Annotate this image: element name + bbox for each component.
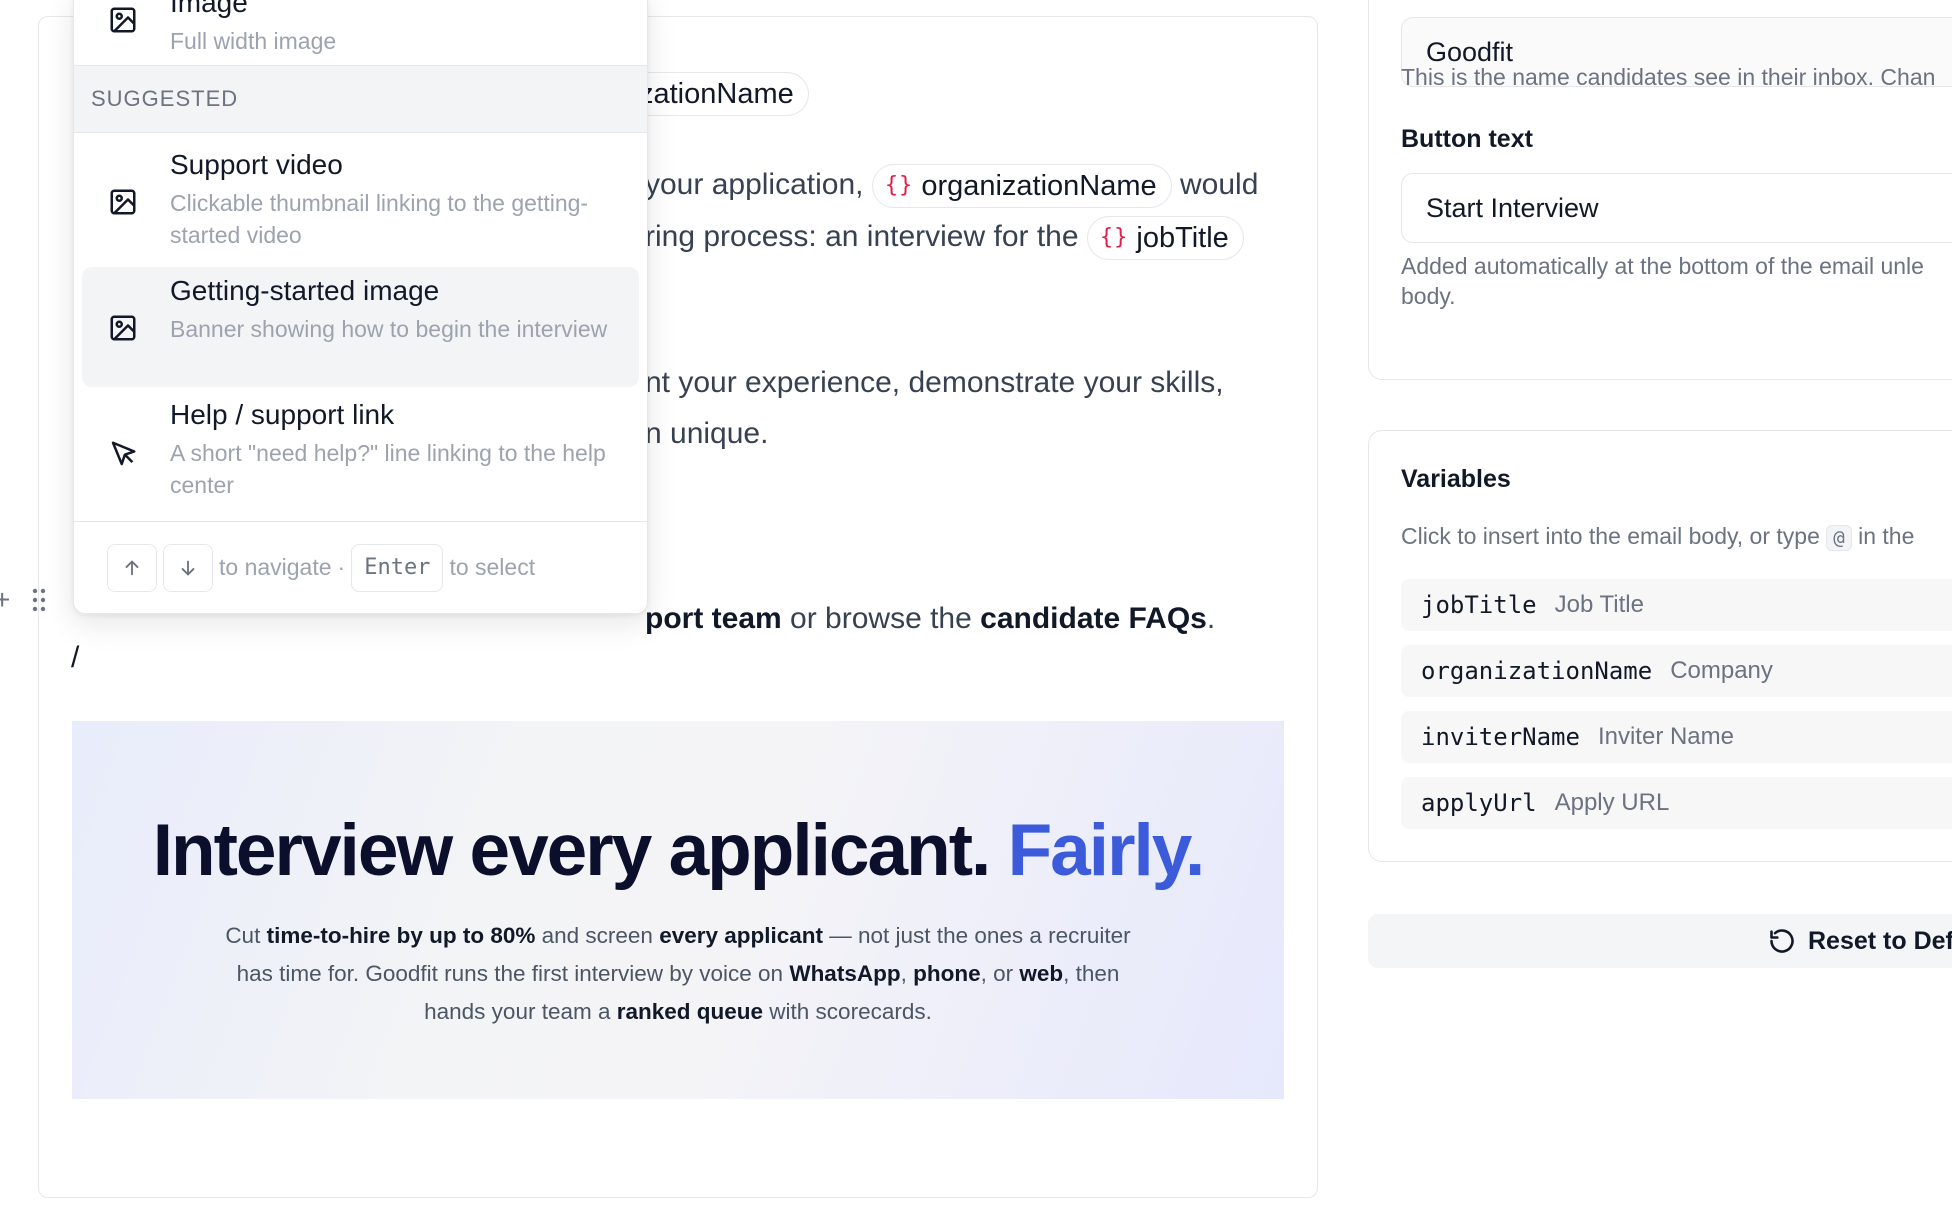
variable-row-jobTitle[interactable]: jobTitle Job Title [1401, 579, 1952, 631]
getting-started-banner[interactable]: Interview every applicant. Fairly. Cut t… [72, 721, 1284, 1099]
braces-icon: {} [1099, 225, 1129, 251]
variable-row-organizationName[interactable]: organizationName Company [1401, 645, 1952, 697]
image-icon [110, 189, 136, 215]
banner-body: Cut time-to-hire by up to 80% and screen… [225, 923, 1131, 1024]
button-text-help-2: body. [1401, 283, 1456, 309]
arrow-up-key [107, 543, 157, 592]
reset-to-default-button[interactable]: Reset to Defa [1368, 914, 1952, 968]
support-team-link[interactable]: port team [645, 602, 782, 635]
variable-row-applyUrl[interactable]: applyUrl Apply URL [1401, 777, 1952, 829]
arrow-down-icon [181, 560, 195, 576]
editor-line-6: port team or browse the candidate FAQs. [645, 602, 1216, 635]
menu-item-help-support-link[interactable]: Help / support link A short "need help?"… [82, 391, 639, 511]
add-block-icon[interactable]: + [0, 586, 10, 614]
at-trigger-code: @ [1826, 525, 1852, 551]
variable-row-inviterName[interactable]: inviterName Inviter Name [1401, 711, 1952, 763]
arrow-down-key [163, 543, 213, 592]
arrow-up-icon [125, 559, 139, 575]
editor-line-3: ring process: an interview for the {} jo… [645, 211, 1244, 263]
editor-line-4: nt your experience, demonstrate your ski… [645, 366, 1224, 399]
menu-item-getting-started-image[interactable]: Getting-started image Banner showing how… [82, 267, 639, 387]
variables-help: Click to insert into the email body, or … [1401, 523, 1915, 551]
reset-icon [1770, 929, 1794, 953]
sender-settings-card: Goodfit This is the name candidates see … [1368, 0, 1952, 380]
button-text-help-1: Added automatically at the bottom of the… [1401, 253, 1924, 279]
enter-key: Enter [351, 543, 444, 592]
slash-command-menu[interactable]: Image Full width image SUGGESTED Support… [73, 0, 648, 614]
button-text-input[interactable]: Start Interview [1401, 173, 1952, 243]
image-icon [110, 7, 136, 33]
sender-name-help: This is the name candidates see in their… [1401, 64, 1936, 90]
drag-handle-icon[interactable] [32, 588, 46, 612]
banner-title: Interview every applicant. Fairly. [152, 810, 1205, 891]
editor-line-2: your application, {} organizationName wo… [645, 159, 1258, 211]
variable-chip-jobTitle[interactable]: {} jobTitle [1086, 216, 1244, 261]
slash-command-text: / [71, 641, 80, 674]
image-icon [110, 315, 136, 341]
candidate-faqs-link[interactable]: candidate FAQs [980, 602, 1207, 635]
menu-item-image[interactable]: Image Full width image [82, 0, 639, 65]
variables-title: Variables [1401, 465, 1511, 493]
braces-icon: {} [884, 173, 914, 199]
editor-line-5: n unique. [645, 417, 769, 450]
menu-footer: to navigate · Enter to select [74, 521, 647, 613]
variable-chip-organizationName[interactable]: {} organizationName [871, 164, 1172, 209]
menu-item-support-video[interactable]: Support video Clickable thumbnail linkin… [82, 141, 639, 257]
button-text-label: Button text [1401, 125, 1533, 153]
editor-line-1: zationName [639, 67, 809, 119]
variables-card: Variables Click to insert into the email… [1368, 430, 1952, 862]
cursor-icon [111, 441, 136, 466]
variable-chip[interactable]: zationName [639, 72, 809, 117]
menu-section-suggested: SUGGESTED [74, 65, 647, 133]
